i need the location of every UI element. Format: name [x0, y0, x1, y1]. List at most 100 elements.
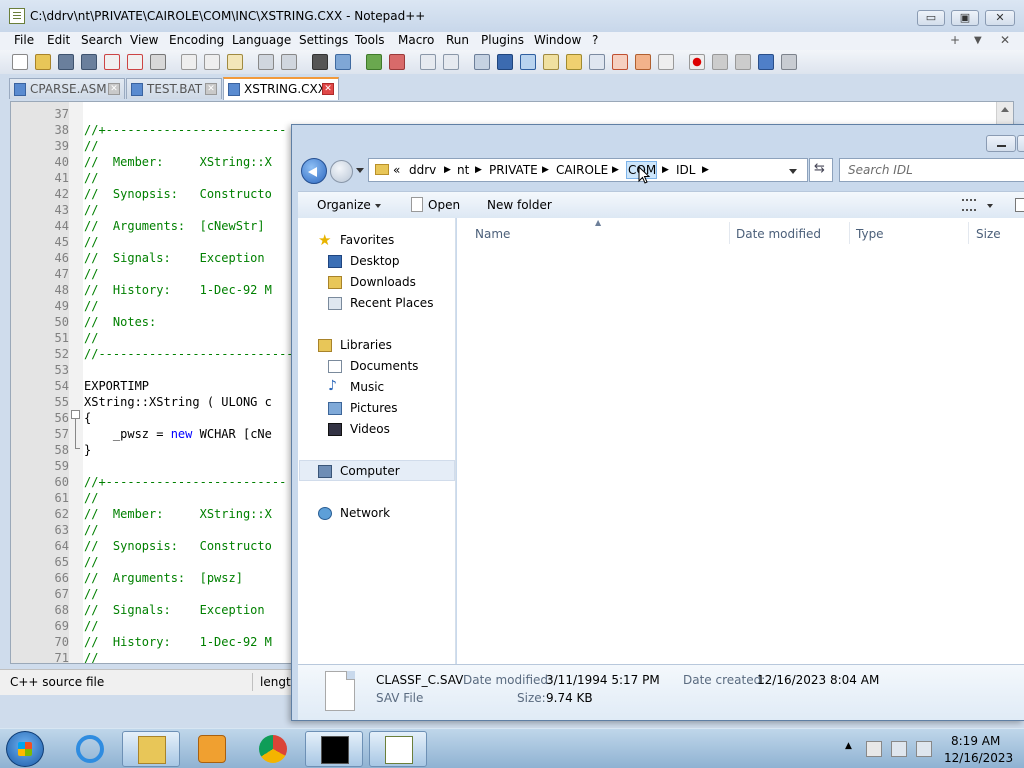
close-button[interactable]: ✕ [985, 10, 1015, 26]
start-button[interactable] [6, 731, 44, 767]
taskbar-notepadpp[interactable] [369, 731, 427, 767]
stop-macro-icon[interactable] [712, 54, 728, 70]
preview-pane-icon[interactable] [1015, 198, 1024, 212]
menu-edit[interactable]: Edit [47, 33, 70, 47]
breadcrumb-private[interactable]: PRIVATE [489, 163, 538, 177]
forward-button[interactable] [330, 160, 353, 183]
close-file-icon[interactable] [104, 54, 120, 70]
column-header-date-modified[interactable]: Date modified [736, 227, 821, 241]
breadcrumb-chevron-icon[interactable]: ▶ [475, 165, 482, 175]
menu-encoding[interactable]: Encoding [169, 33, 224, 47]
open-button[interactable]: Open [428, 198, 460, 212]
paste-icon[interactable] [227, 54, 243, 70]
scroll-up-icon[interactable] [1001, 107, 1009, 112]
breadcrumb-chevron-icon[interactable]: ▶ [612, 165, 619, 175]
organize-dropdown-icon[interactable] [375, 204, 381, 208]
sync-vertical-icon[interactable] [420, 54, 436, 70]
menu-add-icon[interactable]: + [950, 33, 960, 47]
column-divider[interactable] [968, 222, 969, 244]
minimize-button[interactable]: ▭ [917, 10, 945, 26]
save-macro-icon[interactable] [781, 54, 797, 70]
open-file-icon[interactable] [35, 54, 51, 70]
tab-test-bat[interactable]: TEST.BAT ✕ [126, 78, 222, 99]
menu-plugins[interactable]: Plugins [481, 33, 524, 47]
breadcrumb-chevron-icon[interactable]: ▶ [662, 165, 669, 175]
menu-search[interactable]: Search [81, 33, 122, 47]
column-header-type[interactable]: Type [856, 227, 884, 241]
breadcrumb-overflow[interactable]: « [393, 163, 400, 177]
monitoring-icon[interactable] [635, 54, 651, 70]
play-macro-icon[interactable] [735, 54, 751, 70]
menu-dropdown-icon[interactable]: ▼ [974, 35, 982, 46]
fold-margin[interactable] [69, 102, 83, 663]
eye-icon[interactable] [658, 54, 674, 70]
function-list-icon[interactable] [589, 54, 605, 70]
action-center-icon[interactable] [866, 741, 882, 757]
menu-help[interactable]: ? [592, 33, 598, 47]
menu-language[interactable]: Language [232, 33, 291, 47]
address-dropdown-icon[interactable] [789, 169, 797, 174]
menu-close-doc-icon[interactable]: ✕ [1000, 33, 1010, 47]
doc-map-icon[interactable] [566, 54, 582, 70]
maximize-button[interactable]: ▣ [951, 10, 979, 26]
file-list[interactable]: Name ▲ Date modified Type Size [457, 218, 1024, 664]
organize-button[interactable]: Organize [317, 198, 371, 212]
breadcrumb-chevron-icon[interactable]: ▶ [542, 165, 549, 175]
volume-icon[interactable] [916, 741, 932, 757]
zoom-out-icon[interactable] [389, 54, 405, 70]
recent-locations-dropdown-icon[interactable] [356, 168, 364, 173]
refresh-button[interactable] [809, 158, 833, 182]
save-icon[interactable] [58, 54, 74, 70]
tab-close-icon[interactable]: ✕ [322, 83, 334, 95]
zoom-in-icon[interactable] [366, 54, 382, 70]
column-divider[interactable] [849, 222, 850, 244]
taskbar-internet-explorer[interactable] [61, 731, 119, 767]
dialog-minimize-button[interactable] [986, 135, 1016, 152]
column-header-size[interactable]: Size [976, 227, 1001, 241]
menu-view[interactable]: View [130, 33, 158, 47]
run-macro-multiple-icon[interactable] [758, 54, 774, 70]
replace-icon[interactable] [335, 54, 351, 70]
back-button[interactable] [301, 158, 327, 184]
folder-as-workspace-icon[interactable] [612, 54, 628, 70]
new-folder-button[interactable]: New folder [487, 198, 552, 212]
indent-guide-icon[interactable] [520, 54, 536, 70]
tab-close-icon[interactable]: ✕ [205, 83, 217, 95]
taskbar-chrome[interactable] [244, 731, 302, 767]
menu-run[interactable]: Run [446, 33, 469, 47]
address-bar[interactable]: « ddrv ▶ nt ▶ PRIVATE ▶ CAIROLE ▶ COM ▶ … [368, 158, 808, 182]
record-macro-icon[interactable] [689, 54, 705, 70]
udl-icon[interactable] [543, 54, 559, 70]
copy-icon[interactable] [204, 54, 220, 70]
find-icon[interactable] [312, 54, 328, 70]
tab-xstring-cxx[interactable]: XSTRING.CXX ✕ [223, 77, 339, 100]
menu-tools[interactable]: Tools [355, 33, 385, 47]
save-all-icon[interactable] [81, 54, 97, 70]
fold-toggle-icon[interactable] [71, 410, 80, 419]
view-dropdown-icon[interactable] [987, 204, 993, 208]
breadcrumb-nt[interactable]: nt [457, 163, 469, 177]
menu-settings[interactable]: Settings [299, 33, 348, 47]
tab-cparse-asm[interactable]: CPARSE.ASM ✕ [9, 78, 125, 99]
clock-time[interactable]: 8:19 AM [951, 734, 1000, 748]
word-wrap-icon[interactable] [474, 54, 490, 70]
sync-horizontal-icon[interactable] [443, 54, 459, 70]
show-hidden-icons[interactable]: ▲ [845, 741, 852, 751]
redo-icon[interactable] [281, 54, 297, 70]
cut-icon[interactable] [181, 54, 197, 70]
print-icon[interactable] [150, 54, 166, 70]
breadcrumb-idl[interactable]: IDL [676, 163, 695, 177]
new-file-icon[interactable] [12, 54, 28, 70]
menu-macro[interactable]: Macro [398, 33, 434, 47]
tab-close-icon[interactable]: ✕ [108, 83, 120, 95]
search-box[interactable]: Search IDL [839, 158, 1024, 182]
show-all-chars-icon[interactable] [497, 54, 513, 70]
taskbar-command-prompt[interactable] [305, 731, 363, 767]
close-all-icon[interactable] [127, 54, 143, 70]
breadcrumb-ddrv[interactable]: ddrv [409, 163, 436, 177]
view-options-icon[interactable] [962, 199, 976, 211]
breadcrumb-chevron-icon[interactable]: ▶ [702, 165, 709, 175]
taskbar-explorer[interactable] [122, 731, 180, 767]
clock-date[interactable]: 12/16/2023 [944, 751, 1013, 765]
breadcrumb-chevron-icon[interactable]: ▶ [444, 165, 451, 175]
